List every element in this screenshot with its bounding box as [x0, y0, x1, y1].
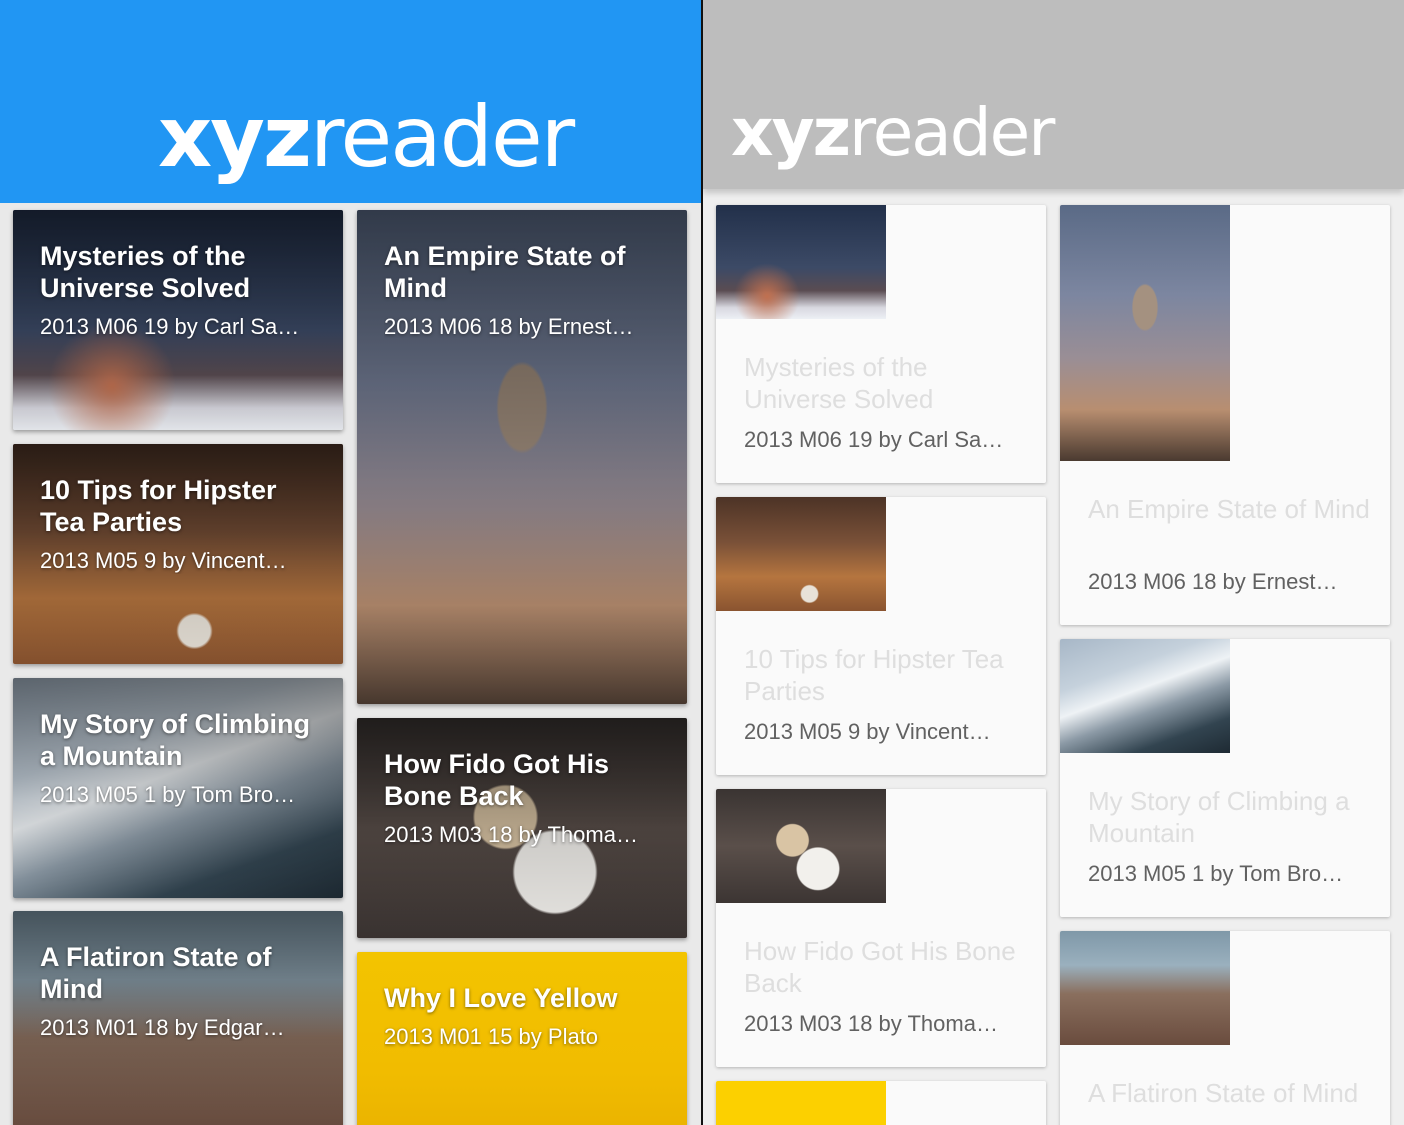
- article-list-loading-screen: xyzreader Mysteries of the Universe Solv…: [703, 0, 1404, 1125]
- article-title: 10 Tips for Hipster Tea Parties: [744, 644, 1004, 706]
- article-title: A Flatiron State of Mind: [40, 942, 272, 1004]
- app-bar: xyzreader: [0, 0, 701, 203]
- article-thumbnail: [716, 1081, 886, 1125]
- article-card[interactable]: How Fido Got His Bone Back 2013 M03 18 b…: [357, 718, 687, 938]
- article-card[interactable]: Mysteries of the Universe Solved 2013 M0…: [13, 210, 343, 430]
- article-thumbnail: [1060, 639, 1230, 753]
- article-card[interactable]: My Story of Climbing a Mountain 2013 M05…: [13, 678, 343, 898]
- article-title: A Flatiron State of Mind: [1088, 1078, 1359, 1108]
- article-title: Mysteries of the Universe Solved: [744, 352, 934, 414]
- article-meta: 2013 M01 15 by Plato: [384, 1024, 599, 1049]
- article-title: An Empire State of Mind: [384, 241, 626, 303]
- article-list-loaded-screen: xyzreader Mysteries of the Universe Solv…: [0, 0, 701, 1125]
- article-card[interactable]: An Empire State of Mind 2013 M06 18 by E…: [1060, 205, 1390, 625]
- article-card[interactable]: 10 Tips for Hipster Tea Parties 2013 M05…: [13, 444, 343, 664]
- article-thumbnail: [716, 205, 886, 319]
- article-meta: 2013 M06 19 by Carl Sa…: [744, 427, 1004, 452]
- article-title: An Empire State of Mind: [1088, 494, 1370, 524]
- article-meta: 2013 M05 9 by Vincent…: [40, 548, 287, 573]
- article-card[interactable]: A Flatiron State of Mind 2013 M01 18 by …: [13, 911, 343, 1125]
- article-meta: 2013 M03 18 by Thoma…: [744, 1011, 998, 1036]
- article-meta: 2013 M03 18 by Thoma…: [384, 822, 638, 847]
- app-logo: xyzreader: [731, 94, 1055, 171]
- article-card[interactable]: Why I Love Yellow 2013 M01 15 by Plato: [357, 952, 687, 1125]
- article-meta: 2013 M06 18 by Ernest…: [384, 314, 634, 339]
- article-title: Why I Love Yellow: [384, 983, 618, 1013]
- article-meta: 2013 M05 1 by Tom Bro…: [40, 782, 296, 807]
- app-bar: xyzreader: [703, 0, 1404, 189]
- article-card[interactable]: My Story of Climbing a Mountain 2013 M05…: [1060, 639, 1390, 917]
- article-title: My Story of Climbing a Mountain: [40, 709, 310, 771]
- article-title: 10 Tips for Hipster Tea Parties: [40, 475, 277, 537]
- article-meta: 2013 M05 9 by Vincent…: [744, 719, 991, 744]
- article-thumbnail: [716, 789, 886, 903]
- article-card[interactable]: 10 Tips for Hipster Tea Parties 2013 M05…: [716, 497, 1046, 775]
- article-title: Mysteries of the Universe Solved: [40, 241, 251, 303]
- article-card[interactable]: How Fido Got His Bone Back 2013 M03 18 b…: [716, 789, 1046, 1067]
- article-card[interactable]: An Empire State of Mind 2013 M06 18 by E…: [357, 210, 687, 704]
- article-meta: 2013 M06 19 by Carl Sa…: [40, 314, 300, 339]
- article-title: How Fido Got His Bone Back: [744, 936, 1016, 998]
- app-logo: xyzreader: [158, 88, 575, 186]
- article-card[interactable]: A Flatiron State of Mind: [1060, 931, 1390, 1125]
- article-meta: 2013 M06 18 by Ernest…: [1088, 569, 1338, 594]
- article-thumbnail: [1060, 931, 1230, 1045]
- article-meta: 2013 M05 1 by Tom Bro…: [1088, 861, 1344, 886]
- article-title: My Story of Climbing a Mountain: [1088, 786, 1350, 848]
- article-thumbnail: [1060, 205, 1230, 461]
- article-card[interactable]: [716, 1081, 1046, 1125]
- article-thumbnail: [716, 497, 886, 611]
- article-meta: 2013 M01 18 by Edgar…: [40, 1015, 285, 1040]
- article-card[interactable]: Mysteries of the Universe Solved 2013 M0…: [716, 205, 1046, 483]
- article-title: How Fido Got His Bone Back: [384, 749, 609, 811]
